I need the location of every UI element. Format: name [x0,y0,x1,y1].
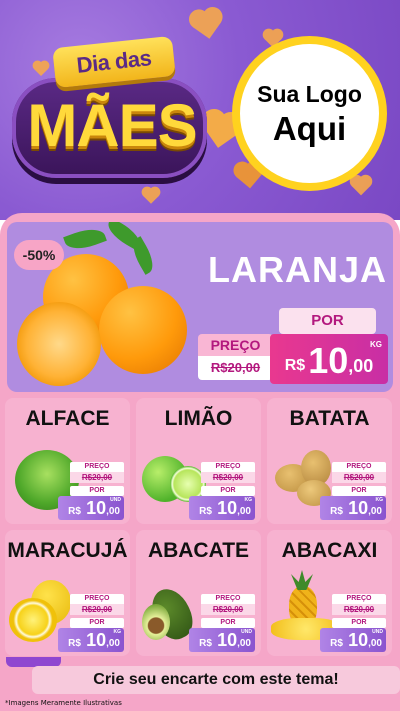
header-banner: Dia das MÃES Sua Logo Aqui [0,0,400,220]
product-new-price: R$ 10,00 UND [320,628,386,652]
product-price-block: PREÇO R$20,00 POR R$ 10,00 KG [320,462,386,520]
logo-line-2: Aqui [272,109,347,147]
product-price-int: 10 [217,498,238,518]
product-name: ABACAXI [281,539,378,562]
product-por-label: POR [201,618,255,628]
product-old-price: R$20,00 [332,604,386,615]
product-old-price: R$20,00 [332,472,386,483]
product-preco-label: PREÇO [332,462,386,472]
product-name: MARACUJÁ [7,539,128,562]
product-new-price: R$ 10,00 UND [58,496,124,520]
product-price-dec: ,00 [368,638,382,649]
hero-old-price: R$20,00 [198,356,273,380]
orange-slice-icon [17,302,101,386]
product-new-price: R$ 10,00 KG [189,496,255,520]
hero-new-price: R$ 10 ,00 KG [270,334,388,384]
product-price-int: 10 [348,498,369,518]
product-unit: KG [375,497,384,503]
product-name: ABACATE [147,539,250,562]
product-old-price: R$20,00 [201,604,255,615]
product-por-label: POR [332,486,386,496]
product-price-dec: ,00 [237,506,251,517]
product-card[interactable]: MARACUJÁ PREÇO R$20,00 POR R$ 10,00 KG [5,530,130,656]
product-card[interactable]: LIMÃO PREÇO R$20,00 POR R$ 10,00 KG [136,398,261,524]
product-card[interactable]: BATATA PREÇO R$20,00 POR R$ 10,00 KG [267,398,392,524]
product-preco-label: PREÇO [70,594,124,604]
product-price-dec: ,00 [368,506,382,517]
product-unit: KG [113,629,122,635]
hero-product-name: LARANJA [207,249,387,290]
product-preco-label: PREÇO [201,594,255,604]
disclaimer-text: *Imagens Meramente Ilustrativas [5,699,122,707]
dia-das-maes-badge: Dia das MÃES [8,35,213,193]
discount-badge: -50% [14,240,64,270]
product-price-int: 10 [86,498,107,518]
product-old-price: R$20,00 [70,604,124,615]
cta-button[interactable]: Crie seu encarte com este tema! [32,666,400,694]
hero-price-int: 10 [308,340,349,381]
product-price-int: 10 [217,630,238,650]
product-por-label: POR [70,618,124,628]
product-preco-label: PREÇO [70,462,124,472]
product-currency: R$ [199,638,212,649]
avocado-half-icon [142,604,170,640]
product-price-dec: ,00 [106,506,120,517]
product-card[interactable]: ABACAXI PREÇO R$20,00 POR R$ 10,00 UND [267,530,392,656]
product-price-block: PREÇO R$20,00 POR R$ 10,00 UND [58,462,124,520]
product-price-int: 10 [348,630,369,650]
product-name: ALFACE [25,407,110,430]
product-unit: KG [244,497,253,503]
product-new-price: R$ 10,00 KG [58,628,124,652]
orange-icon [99,286,187,374]
product-unit: UND [110,497,121,503]
product-currency: R$ [330,638,343,649]
product-price-block: PREÇO R$20,00 POR R$ 10,00 UND [189,594,255,652]
product-card[interactable]: ABACATE PREÇO R$20,00 POR R$ 10,00 UND [136,530,261,656]
product-old-price: R$20,00 [70,472,124,483]
product-name: BATATA [289,407,370,430]
product-por-label: POR [201,486,255,496]
product-por-label: POR [70,486,124,496]
product-unit: UND [372,629,383,635]
product-preco-label: PREÇO [332,594,386,604]
logo-line-1: Sua Logo [257,80,362,107]
hero-preco-label: PREÇO [198,334,273,356]
passion-fruit-slice-icon [9,598,57,642]
leaf-icon [63,223,107,255]
product-new-price: R$ 10,00 UND [189,628,255,652]
product-price-block: PREÇO R$20,00 POR R$ 10,00 KG [189,462,255,520]
product-por-label: POR [332,618,386,628]
product-price-dec: ,00 [237,638,251,649]
product-unit: UND [241,629,252,635]
heart-decoration-icon [193,11,221,39]
product-currency: R$ [68,638,81,649]
product-price-block: PREÇO R$20,00 POR R$ 10,00 KG [58,594,124,652]
logo-placeholder[interactable]: Sua Logo Aqui [232,36,387,191]
product-price-dec: ,00 [106,638,120,649]
product-card[interactable]: ALFACE PREÇO R$20,00 POR R$ 10,00 UND [5,398,130,524]
hero-old-price-box: PREÇO R$20,00 [198,334,273,380]
product-currency: R$ [68,506,81,517]
product-new-price: R$ 10,00 KG [320,496,386,520]
product-currency: R$ [199,506,212,517]
product-old-price: R$20,00 [201,472,255,483]
product-price-block: PREÇO R$20,00 POR R$ 10,00 UND [320,594,386,652]
hero-por-label: POR [279,308,376,334]
heart-decoration-icon [351,176,371,196]
product-price-int: 10 [86,630,107,650]
badge-main-text: MÃES [27,92,197,159]
hero-price-dec: ,00 [348,356,374,376]
product-name: LIMÃO [164,407,233,430]
hero-currency: R$ [284,357,306,374]
product-currency: R$ [330,506,343,517]
product-preco-label: PREÇO [201,462,255,472]
hero-unit: KG [370,340,382,349]
